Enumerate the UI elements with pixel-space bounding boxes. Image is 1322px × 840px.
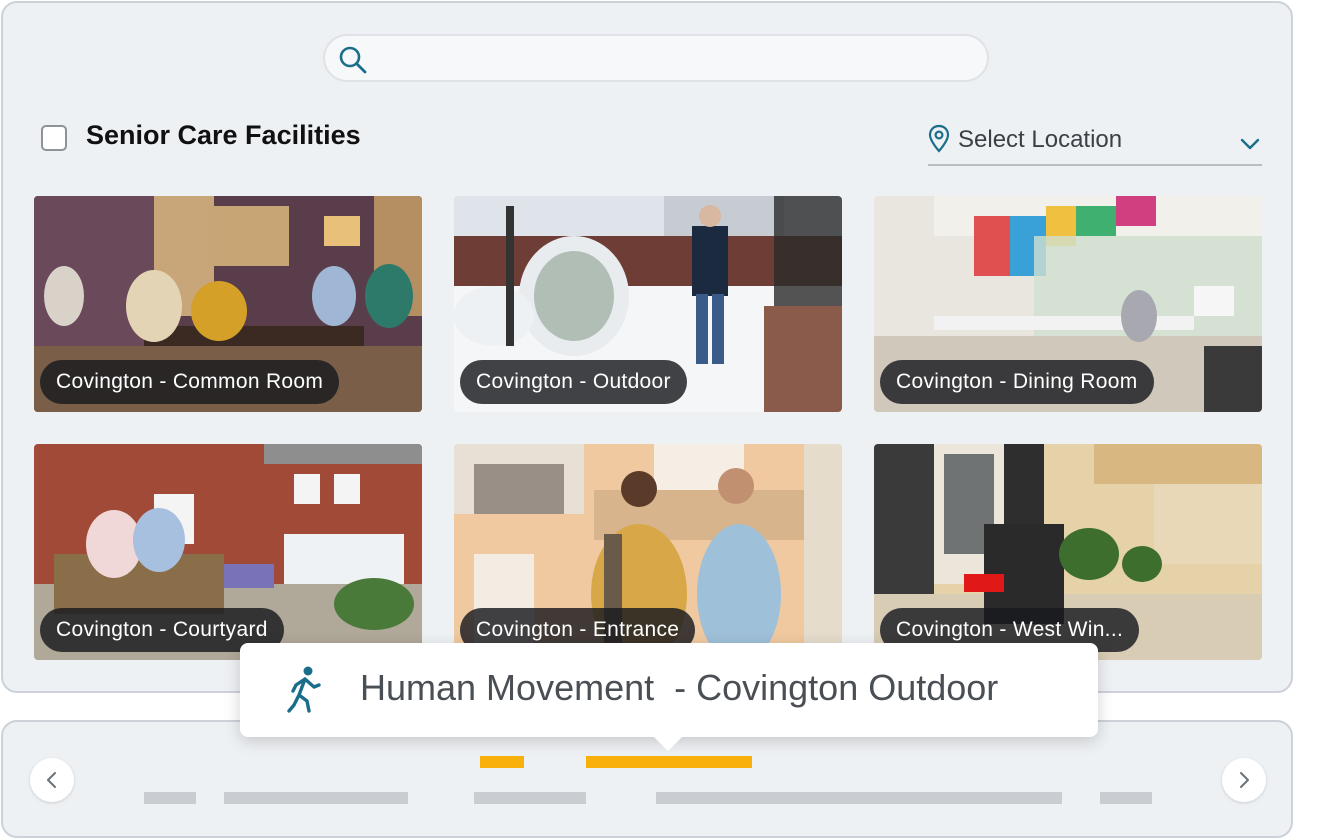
location-select[interactable]: Select Location xyxy=(928,122,1262,166)
timeline-panel xyxy=(1,720,1293,838)
timeline-next-button[interactable] xyxy=(1222,758,1266,802)
timeline-track-segment[interactable] xyxy=(1100,792,1152,804)
search-icon xyxy=(339,46,367,74)
timeline-event-marker-active[interactable] xyxy=(586,756,752,768)
chevron-left-icon xyxy=(47,772,56,788)
timeline-event-marker[interactable] xyxy=(480,756,524,768)
chevron-right-icon xyxy=(1240,772,1249,788)
timeline-track-segment[interactable] xyxy=(144,792,196,804)
location-label: Select Location xyxy=(958,126,1123,153)
camera-caption: Covington - Common Room xyxy=(40,360,340,404)
event-tooltip: Human Movement - Covington Outdoor xyxy=(240,643,1098,751)
camera-card-west-wing[interactable]: Covington - West Win... xyxy=(874,444,1262,660)
search-input[interactable] xyxy=(381,42,975,76)
tooltip-text: Human Movement - Covington Outdoor xyxy=(360,667,999,708)
chevron-down-icon xyxy=(1240,138,1260,150)
timeline-track-segment[interactable] xyxy=(656,792,1062,804)
camera-card-entrance[interactable]: Covington - Entrance xyxy=(454,444,842,660)
tooltip-arrow xyxy=(652,735,684,751)
camera-card-dining-room[interactable]: Covington - Dining Room xyxy=(874,196,1262,412)
camera-caption: Covington - Outdoor xyxy=(460,360,687,404)
timeline-prev-button[interactable] xyxy=(30,758,74,802)
timeline-track-segment[interactable] xyxy=(224,792,408,804)
timeline-track-segment[interactable] xyxy=(474,792,586,804)
walking-person-icon xyxy=(287,666,321,713)
map-pin-icon xyxy=(928,124,950,153)
camera-card-courtyard[interactable]: Covington - Courtyard xyxy=(34,444,422,660)
camera-caption: Covington - Dining Room xyxy=(880,360,1154,404)
page-title: Senior Care Facilities xyxy=(86,120,361,150)
camera-card-outdoor[interactable]: Covington - Outdoor xyxy=(454,196,842,412)
select-all-checkbox[interactable] xyxy=(41,125,67,151)
camera-card-common-room[interactable]: Covington - Common Room xyxy=(34,196,422,412)
search-bar[interactable] xyxy=(323,34,989,82)
